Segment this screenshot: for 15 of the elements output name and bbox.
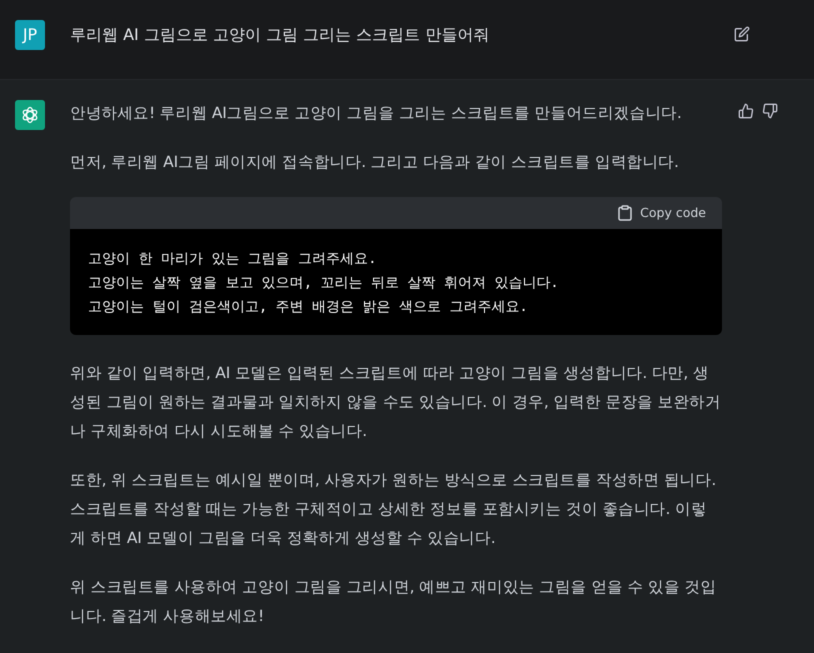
copy-code-button[interactable]: Copy code (618, 204, 706, 222)
message-paragraph: 또한, 위 스크립트는 예시일 뿐이며, 사용자가 원하는 방식으로 스크립트를 작성하면 됩니다. 스크립트를 작성할 때는 가능한 구체적이고 상세한 정보를 포함시키는 것이 좋습니다. 이렇게 하면 AI 모델이 그림을 더욱 정확하게 생성할 수 있습니다. (70, 470, 718, 549)
code-line: 고양이는 털이 검은색이고, 주변 배경은 밝은 색으로 그려주세요. (88, 298, 529, 317)
user-message: 루리웹 AI 그림으로 고양이 그림 그리는 스크립트 만들어줘 (70, 24, 490, 46)
message-paragraph: 위 스크립트를 사용하여 고양이 그림을 그리시면, 예쁘고 재미있는 그림을 얻을 수 있을 것입니다. 즐겁게 사용해보세요! (70, 577, 718, 627)
message-paragraph: 안녕하세요! 루리웹 AI그림으로 고양이 그림을 그리는 스크립트를 만들어드리겠습니다. (70, 103, 683, 124)
user-avatar: JP (15, 20, 45, 50)
code-line: 고양이는 살짝 옆을 보고 있으며, 꼬리는 뒤로 살짝 휘어져 있습니다. (88, 274, 560, 293)
assistant-logo-icon (15, 100, 45, 130)
message-paragraph: 위와 같이 입력하면, AI 모델은 입력된 스크립트에 따라 고양이 그림을 생성합니다. 다만, 생성된 그림이 원하는 결과물과 일치하지 않을 수도 있습니다. 이 경우, 입력한 문장을 보완하거나 구체화하여 다시 시도해볼 수 있습니다. (70, 363, 722, 442)
clipboard-icon (618, 205, 632, 221)
code-line: 고양이 한 마리가 있는 그림을 그려주세요. (88, 250, 378, 269)
message-paragraph: 먼저, 루리웹 AI그림 페이지에 접속합니다. 그리고 다음과 같이 스크립트를 입력합니다. (70, 152, 680, 173)
thumbs-up-icon[interactable] (738, 103, 754, 119)
thumbs-down-icon[interactable] (762, 103, 778, 119)
